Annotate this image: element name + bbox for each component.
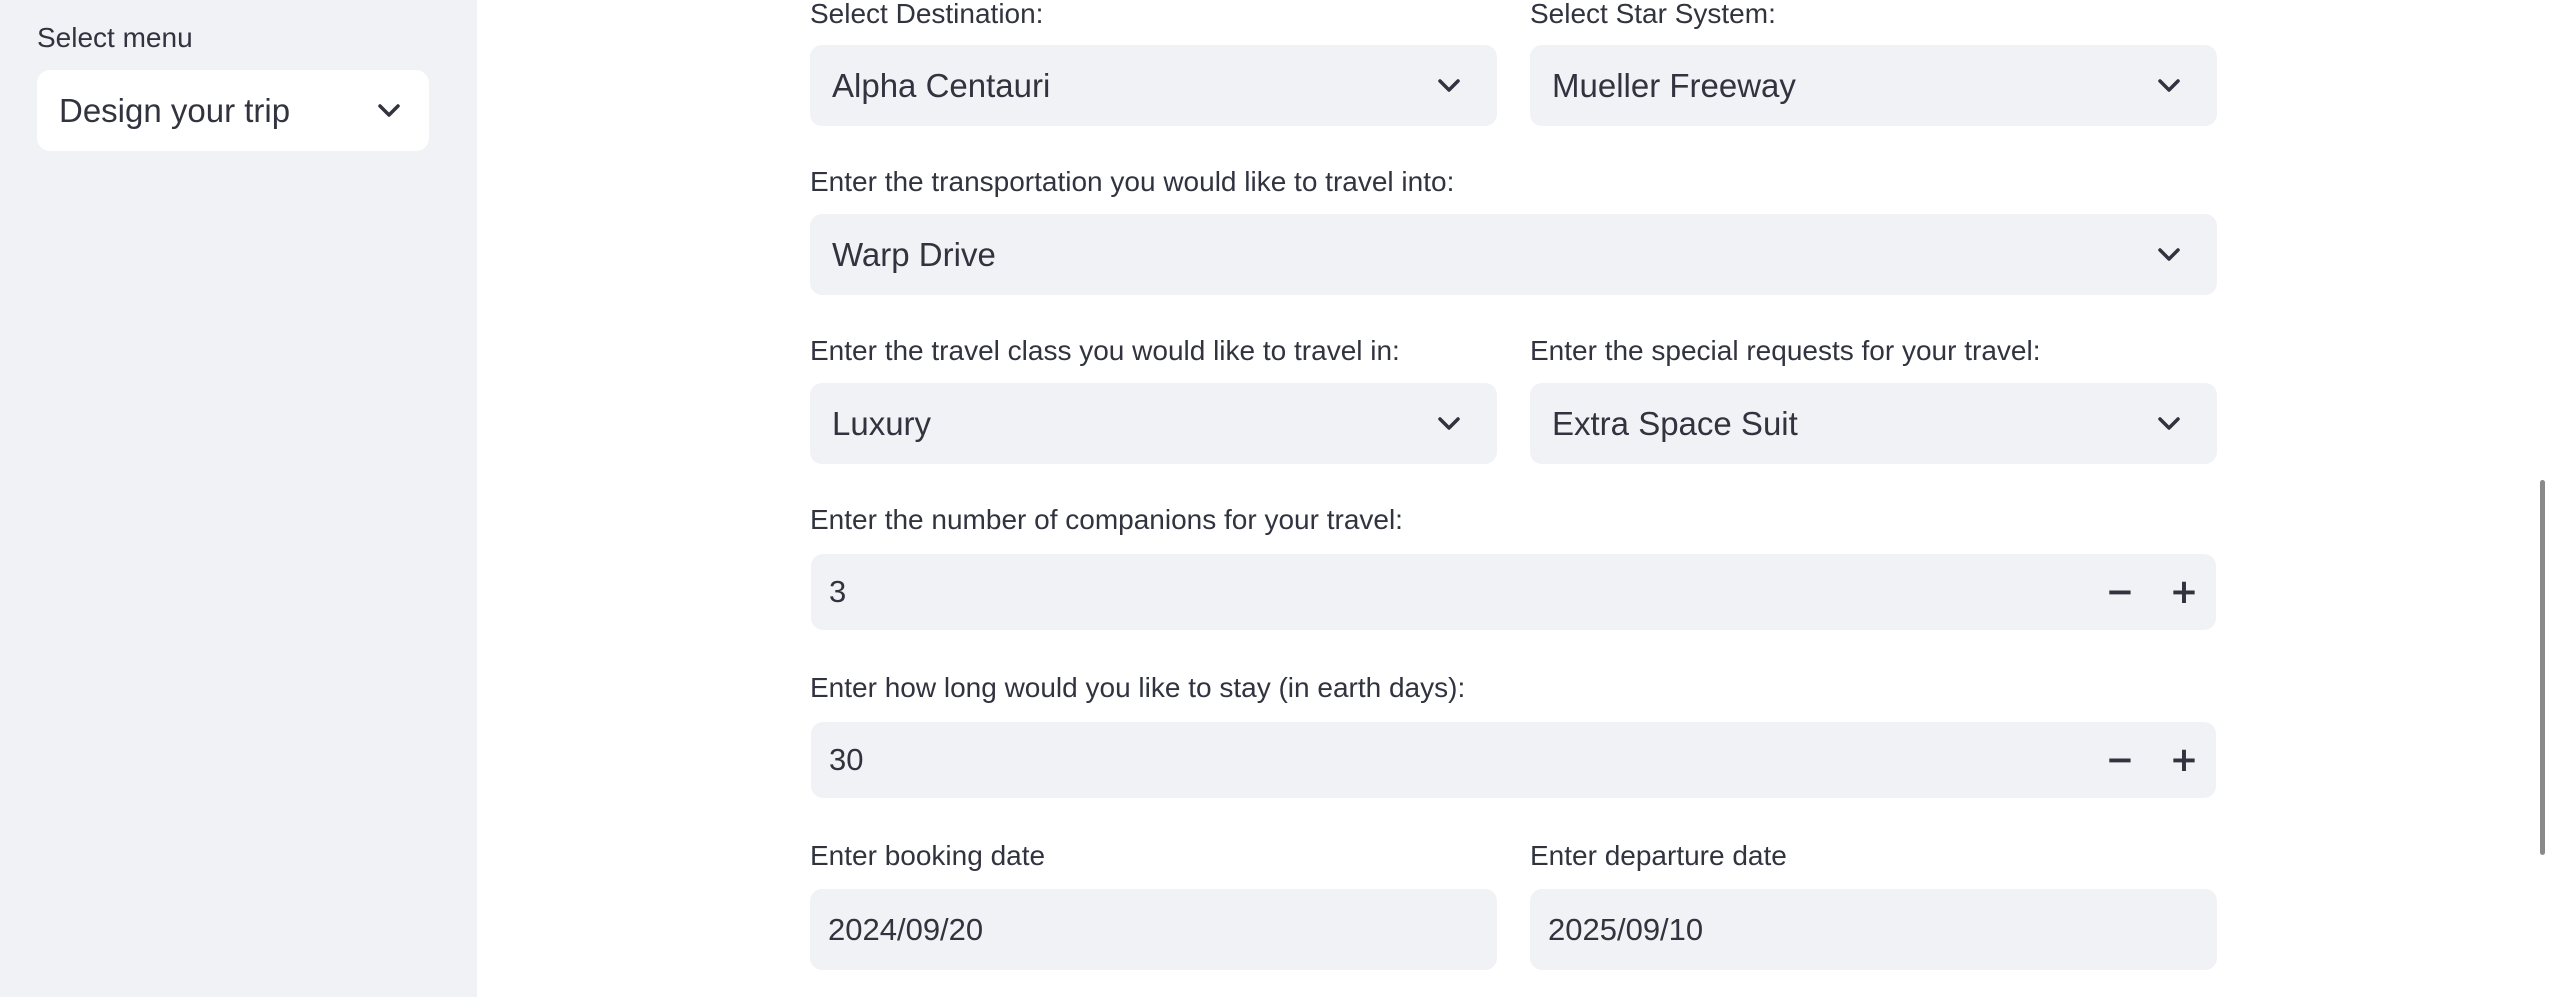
departure-date-label: Enter departure date bbox=[1530, 840, 1787, 871]
menu-select[interactable]: Design your trip bbox=[37, 70, 429, 151]
travel-class-value: Luxury bbox=[832, 404, 932, 442]
companions-value[interactable]: 3 bbox=[829, 574, 846, 610]
star-system-select[interactable]: Mueller Freeway bbox=[1530, 45, 2217, 126]
booking-date-value: 2024/09/20 bbox=[828, 911, 984, 947]
booking-date-input[interactable]: 2024/09/20 bbox=[810, 889, 1497, 970]
destination-label: Select Destination: bbox=[810, 0, 1044, 29]
stay-length-number-input[interactable]: 30 − + bbox=[811, 722, 2216, 798]
star-system-label: Select Star System: bbox=[1530, 0, 1776, 29]
departure-date-value: 2025/09/10 bbox=[1548, 911, 1704, 947]
companions-decrement-button[interactable]: − bbox=[2088, 554, 2152, 630]
travel-class-select[interactable]: Luxury bbox=[810, 383, 1497, 464]
travel-class-label: Enter the travel class you would like to… bbox=[810, 335, 1400, 366]
transportation-label: Enter the transportation you would like … bbox=[810, 166, 1455, 197]
destination-value: Alpha Centauri bbox=[832, 66, 1051, 104]
chevron-down-icon bbox=[2155, 241, 2183, 269]
app-window: Select menu Design your trip Select Dest… bbox=[0, 0, 2549, 997]
companions-number-input[interactable]: 3 − + bbox=[811, 554, 2216, 630]
sidebar-menu-label: Select menu bbox=[37, 22, 193, 53]
chevron-down-icon bbox=[2155, 72, 2183, 100]
stay-length-value[interactable]: 30 bbox=[829, 742, 863, 778]
sidebar: Select menu Design your trip bbox=[0, 0, 477, 997]
stay-length-stepper: − + bbox=[2088, 722, 2216, 798]
transportation-value: Warp Drive bbox=[832, 235, 996, 273]
special-requests-select[interactable]: Extra Space Suit bbox=[1530, 383, 2217, 464]
destination-select[interactable]: Alpha Centauri bbox=[810, 45, 1497, 126]
stay-length-decrement-button[interactable]: − bbox=[2088, 722, 2152, 798]
chevron-down-icon bbox=[375, 97, 403, 125]
companions-stepper: − + bbox=[2088, 554, 2216, 630]
companions-increment-button[interactable]: + bbox=[2152, 554, 2216, 630]
stay-length-increment-button[interactable]: + bbox=[2152, 722, 2216, 798]
companions-label: Enter the number of companions for your … bbox=[810, 504, 1403, 535]
chevron-down-icon bbox=[1435, 72, 1463, 100]
stay-length-label: Enter how long would you like to stay (i… bbox=[810, 672, 1466, 703]
transportation-select[interactable]: Warp Drive bbox=[810, 214, 2217, 295]
chevron-down-icon bbox=[2155, 410, 2183, 438]
star-system-value: Mueller Freeway bbox=[1552, 66, 1796, 104]
departure-date-input[interactable]: 2025/09/10 bbox=[1530, 889, 2217, 970]
menu-select-value: Design your trip bbox=[59, 91, 291, 129]
scrollbar-thumb[interactable] bbox=[2540, 480, 2545, 855]
booking-date-label: Enter booking date bbox=[810, 840, 1046, 871]
special-requests-value: Extra Space Suit bbox=[1552, 404, 1798, 442]
special-requests-label: Enter the special requests for your trav… bbox=[1530, 335, 2041, 366]
chevron-down-icon bbox=[1435, 410, 1463, 438]
